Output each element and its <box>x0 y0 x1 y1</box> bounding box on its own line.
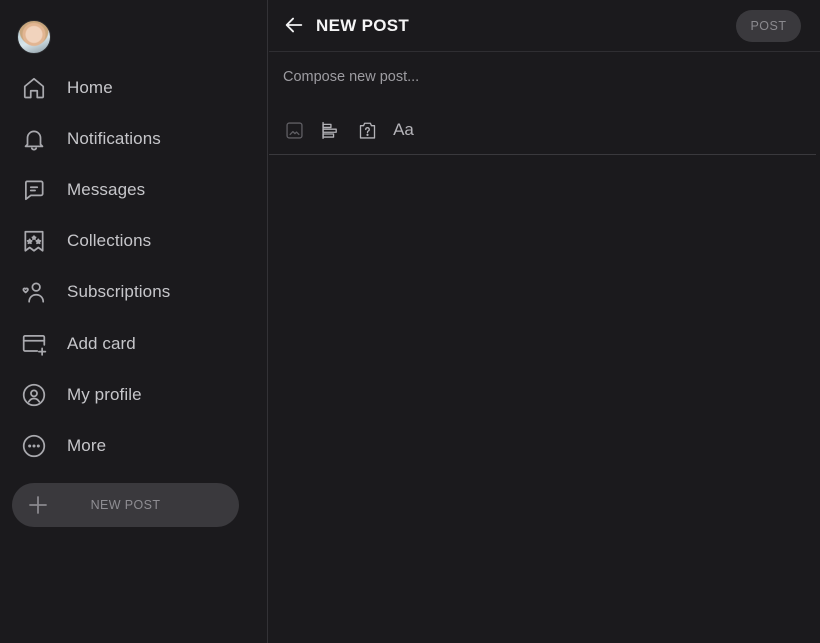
poll-icon[interactable] <box>320 119 342 141</box>
sidebar-item-add-card[interactable]: Add card <box>0 318 268 369</box>
divider <box>269 154 816 155</box>
sidebar-item-collections[interactable]: Collections <box>0 216 268 267</box>
page-title: NEW POST <box>316 16 410 35</box>
add-card-icon <box>20 330 48 358</box>
message-icon <box>20 176 48 204</box>
composer-toolbar: Aa <box>283 118 429 142</box>
sidebar-nav: Home Notifications Messages Collections … <box>0 62 268 472</box>
post-button[interactable]: POST <box>736 10 801 42</box>
image-icon[interactable] <box>283 119 305 141</box>
text-format-icon[interactable]: Aa <box>393 119 415 141</box>
back-arrow-icon[interactable] <box>283 14 305 36</box>
sidebar-item-label: Add card <box>67 333 136 353</box>
sidebar-item-home[interactable]: Home <box>0 62 268 113</box>
plus-icon <box>26 493 50 517</box>
sidebar-item-my-profile[interactable]: My profile <box>0 369 268 420</box>
quiz-icon[interactable] <box>356 119 378 141</box>
profile-icon <box>20 381 48 409</box>
sidebar-item-more[interactable]: More <box>0 420 268 471</box>
new-post-button[interactable]: NEW POST <box>12 483 239 527</box>
home-icon <box>20 74 48 102</box>
more-icon <box>20 432 48 460</box>
compose-input[interactable] <box>283 69 803 85</box>
bell-icon <box>20 125 48 153</box>
sidebar-item-label: Messages <box>67 179 146 199</box>
sidebar-item-label: More <box>67 435 107 455</box>
sidebar-item-subscriptions[interactable]: Subscriptions <box>0 267 268 318</box>
sidebar-item-label: My profile <box>67 384 142 404</box>
main-panel: NEW POST POST Aa <box>269 0 820 643</box>
sidebar-item-messages[interactable]: Messages <box>0 164 268 215</box>
sidebar: Home Notifications Messages Collections … <box>0 0 268 643</box>
text-format-label: Aa <box>393 120 414 139</box>
sidebar-item-label: Collections <box>67 231 152 251</box>
avatar[interactable] <box>17 20 51 54</box>
collections-icon <box>20 227 48 255</box>
sidebar-item-notifications[interactable]: Notifications <box>0 113 268 164</box>
subscriptions-icon <box>20 278 48 306</box>
sidebar-item-label: Notifications <box>67 128 161 148</box>
sidebar-item-label: Subscriptions <box>67 282 171 302</box>
header: NEW POST POST <box>269 0 820 52</box>
sidebar-item-label: Home <box>67 77 113 97</box>
